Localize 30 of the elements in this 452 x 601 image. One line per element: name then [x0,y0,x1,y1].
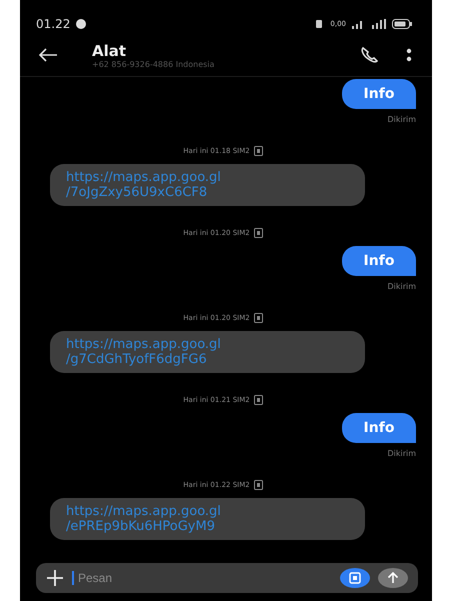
back-arrow-icon[interactable] [38,48,58,62]
battery-icon [392,19,412,29]
delivery-status: Dikirim [387,282,416,291]
delivery-status: Dikirim [387,115,416,124]
sim-card-icon [254,146,263,156]
status-time: 01.22 [36,17,70,31]
more-options-icon[interactable] [406,47,412,63]
sim-card-icon [254,313,263,323]
signal-icon [370,19,386,29]
phone-icon[interactable] [360,46,378,64]
sim-select-button[interactable] [340,568,370,588]
message-link[interactable]: https://maps.app.goo.gl /g7CdGhTyofF6dgFG6 [66,337,221,367]
sim-card-icon [254,228,263,238]
sent-message: Info [342,246,416,276]
message-link[interactable]: https://maps.app.goo.gl /ePREp9bKu6HPoGyM9 [66,504,221,534]
delivery-status: Dikirim [387,449,416,458]
sent-message: Info [342,413,416,443]
send-button[interactable] [378,568,408,588]
message-composer[interactable]: Pesan [36,563,418,593]
message-input-field[interactable]: Pesan [72,571,332,585]
up-arrow-icon[interactable] [387,572,399,584]
wifi-signal-icon [352,19,364,29]
sim-card-icon [254,480,263,490]
contact-name: Alat [92,42,128,60]
contact-number: +62 856-9326-4886 Indonesia [92,60,216,68]
attach-button[interactable] [46,569,64,587]
message-link[interactable]: https://maps.app.goo.gl /7oJgZxy56U9xC6CF8 [66,170,221,200]
sim-card-icon [254,395,263,405]
sent-message: Info [342,79,416,109]
sim-card-icon[interactable] [349,572,361,584]
